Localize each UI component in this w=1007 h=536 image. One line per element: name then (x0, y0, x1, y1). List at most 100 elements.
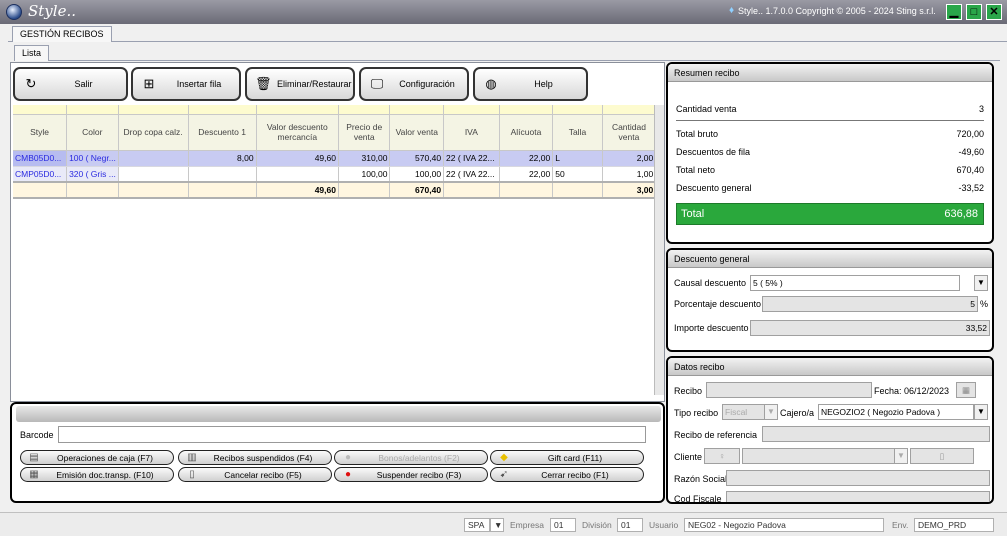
language-dropdown-icon[interactable]: ▼ (490, 518, 504, 532)
referencia-label: Recibo de referencia (674, 430, 758, 440)
cliente-field[interactable] (742, 448, 904, 464)
title-bar: Style.. ♦ Style.. 1.7.0.0 Copyright © 20… (0, 0, 1007, 24)
summary-desc-general-label: Descuento general (676, 183, 752, 193)
recibo-field[interactable] (706, 382, 872, 398)
causal-dropdown-icon[interactable]: ▼ (974, 275, 988, 291)
function-button-emisi-n-doc-transp-f10[interactable]: ▦ Emisión doc.transp. (F10) (20, 467, 174, 482)
cliente-dropdown-icon[interactable]: ▼ (894, 448, 908, 464)
close-receipt-icon: ➹ (499, 469, 509, 480)
tab-gestion-recibos[interactable]: GESTIÓN RECIBOS (12, 26, 112, 42)
toolbar-button-eliminar-restaurar[interactable]: 🗑 Eliminar/Restaurar (245, 67, 355, 101)
barcode-input[interactable] (58, 426, 646, 443)
table-cell[interactable]: L (552, 150, 603, 167)
close-button[interactable]: ✕ (986, 4, 1002, 20)
grid-vertical-scrollbar[interactable] (654, 105, 664, 395)
summary-cantidad-value: 3 (978, 104, 984, 114)
table-cell[interactable] (188, 166, 257, 183)
toolbar-button-help[interactable]: ◍ Help (473, 67, 588, 101)
tipo-recibo-dropdown-icon[interactable]: ▼ (764, 404, 778, 420)
function-button-bonos-adelantos-f2[interactable]: ● Bonos/adelantos (F2) (334, 450, 488, 465)
razon-social-field[interactable] (726, 470, 990, 486)
column-header[interactable]: Alícuota (499, 114, 554, 151)
function-button-operaciones-de-caja-f7[interactable]: ▤ Operaciones de caja (F7) (20, 450, 174, 465)
function-button-suspender-recibo-f3[interactable]: ● Suspender recibo (F3) (334, 467, 488, 482)
causal-select[interactable]: 5 ( 5% ) (750, 275, 960, 291)
receipt-grid: Style Color Drop copa calz. Descuento 1 Valo… (13, 105, 664, 403)
barcode-label: Barcode (20, 430, 54, 440)
column-header[interactable]: Valor venta (389, 114, 445, 151)
app-window: Style.. ♦ Style.. 1.7.0.0 Copyright © 20… (0, 0, 1007, 536)
table-cell[interactable]: 22,00 (499, 150, 554, 167)
totals-cell (499, 181, 554, 199)
cancel-receipt-icon: ▯ (189, 469, 195, 480)
cajero-dropdown-icon[interactable]: ▼ (974, 404, 988, 420)
column-header[interactable]: IVA (443, 114, 500, 151)
table-cell[interactable]: 22 ( IVA 22... (443, 150, 500, 167)
table-cell[interactable] (118, 150, 189, 167)
table-cell[interactable]: 1,00 (602, 166, 657, 183)
totals-cell: 670,40 (389, 181, 445, 199)
toolbar-button-insertar-fila[interactable]: ⊞ Insertar fila (131, 67, 241, 101)
tipo-recibo-select[interactable]: Fiscal (722, 404, 766, 420)
cajero-select[interactable]: NEGOZIO2 ( Negozio Padova ) (818, 404, 974, 420)
empresa-field: 01 (550, 518, 576, 532)
maximize-button[interactable]: □ (966, 4, 982, 20)
table-cell[interactable]: 8,00 (188, 150, 257, 167)
cod-fiscale-field[interactable] (726, 491, 990, 502)
transport-doc-icon: ▦ (29, 469, 39, 480)
cliente-label: Cliente (674, 452, 703, 462)
pct-unit: % (980, 299, 989, 309)
table-cell[interactable] (256, 166, 339, 183)
table-cell[interactable]: CMB05D0... (13, 150, 68, 167)
table-cell[interactable]: 320 ( Gris ... (66, 166, 119, 183)
minimize-button[interactable]: ▁ (946, 4, 962, 20)
cliente-search-icon[interactable]: ♀ (704, 448, 740, 464)
column-header[interactable]: Cantidad venta (602, 114, 657, 151)
table-cell[interactable]: 22 ( IVA 22... (443, 166, 500, 183)
summary-total-label: Total (681, 208, 705, 220)
cajero-label: Cajero/a (780, 408, 815, 418)
table-cell[interactable] (118, 166, 189, 183)
function-button-cancelar-recibo-f5[interactable]: ▯ Cancelar recibo (F5) (178, 467, 332, 482)
env-label: Env. (892, 520, 909, 530)
toolbar-button-label: Eliminar/Restaurar (277, 79, 352, 89)
column-header[interactable]: Descuento 1 (188, 114, 257, 151)
table-cell[interactable]: 100,00 (338, 166, 391, 183)
table-cell[interactable]: 310,00 (338, 150, 391, 167)
discount-title: Descuento general (668, 250, 992, 268)
table-cell[interactable]: CMP05D0... (13, 166, 68, 183)
function-button-label: Gift card (F11) (547, 453, 603, 463)
table-cell[interactable]: 2,00 (602, 150, 657, 167)
column-header[interactable]: Color (66, 114, 119, 151)
referencia-field[interactable] (762, 426, 990, 442)
table-row[interactable]: CMP05D0... 320 ( Gris ... 100,00 100,00 22 (… (13, 166, 664, 183)
calendar-icon[interactable]: ▦ (956, 382, 976, 398)
importe-field[interactable]: 33,52 (750, 320, 990, 336)
summary-desc-fila-label: Descuentos de fila (676, 147, 751, 157)
toolbar-button-salir[interactable]: ↻ Salir (13, 67, 128, 101)
receipt-data-title: Datos recibo (668, 358, 992, 376)
table-cell[interactable]: 100 ( Negr... (66, 150, 119, 167)
table-cell[interactable]: 50 (552, 166, 603, 183)
column-header[interactable]: Valor descuento mercancía (256, 114, 339, 151)
cliente-detail-icon[interactable]: ▯ (910, 448, 974, 464)
pct-field[interactable]: 5 (762, 296, 978, 312)
totals-cell (118, 181, 189, 199)
column-header[interactable]: Style (13, 114, 68, 151)
toolbar-button-configuraci-n[interactable]: 🖵 Configuración (359, 67, 469, 101)
table-cell[interactable]: 100,00 (389, 166, 445, 183)
table-cell[interactable]: 22,00 (499, 166, 554, 183)
general-discount-panel: Descuento general Causal descuento 5 ( 5… (666, 248, 994, 352)
table-row[interactable]: CMB05D0... 100 ( Negr... 8,00 49,60 310,00 57… (13, 150, 664, 167)
function-button-cerrar-recibo-f1[interactable]: ➹ Cerrar recibo (F1) (490, 467, 644, 482)
column-header[interactable]: Precio de venta (338, 114, 391, 151)
language-select[interactable]: SPA (464, 518, 490, 532)
table-cell[interactable]: 49,60 (256, 150, 339, 167)
tab-lista[interactable]: Lista (14, 45, 50, 61)
column-header[interactable]: Drop copa calz. (118, 114, 189, 151)
table-cell[interactable]: 570,40 (389, 150, 445, 167)
column-header[interactable]: Talla (552, 114, 603, 151)
function-button-gift-card-f11[interactable]: ◆ Gift card (F11) (490, 450, 644, 465)
function-button-recibos-suspendidos-f4[interactable]: ▥ Recibos suspendidos (F4) (178, 450, 332, 465)
function-button-label: Cerrar recibo (F1) (541, 470, 609, 480)
